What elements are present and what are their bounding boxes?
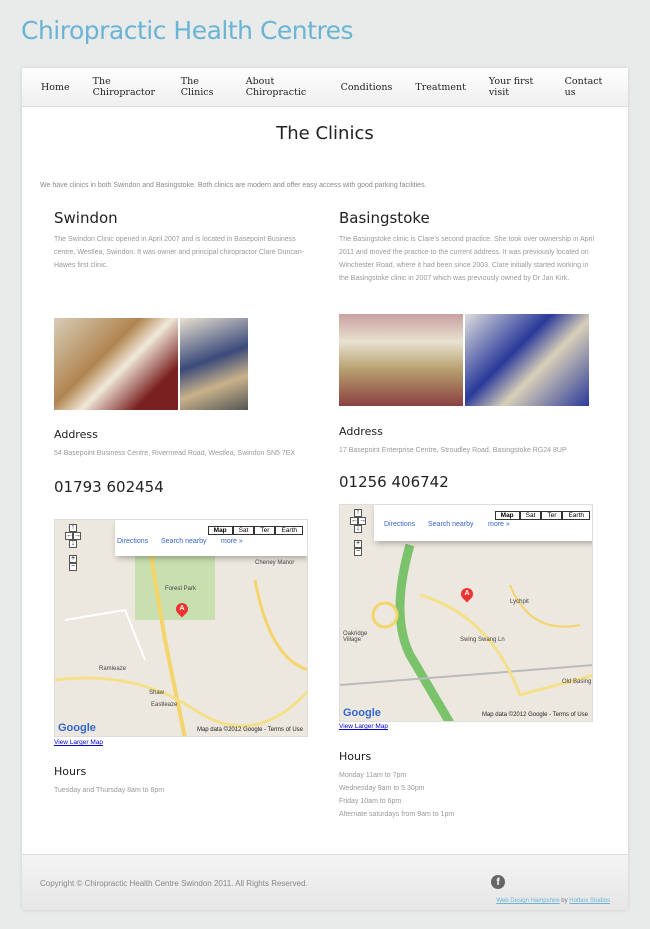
map-info-window: Directions Search nearby more » Map Sat … <box>115 520 307 556</box>
page-container: Home The Chiropractor The Clinics About … <box>22 68 628 910</box>
basingstoke-treatment-room-photo <box>465 314 589 406</box>
intro-text: We have clinics in both Swindon and Basi… <box>40 182 427 189</box>
pan-down-icon[interactable]: ↓ <box>69 540 77 548</box>
zoom-in-icon[interactable]: + <box>354 540 362 548</box>
basingstoke-phone: 01256 406742 <box>339 473 449 491</box>
footer: Copyright © Chiropractic Health Centre S… <box>22 854 628 910</box>
swindon-view-larger-map-link[interactable]: View Larger Map <box>54 739 103 746</box>
nav-your-first-visit[interactable]: Your first visit <box>489 76 542 98</box>
basingstoke-view-larger-map-link[interactable]: View Larger Map <box>339 723 388 730</box>
map-copyright: Map data ©2012 Google - Terms of Use <box>196 727 303 733</box>
map-type-controls: Map Sat Ter Earth <box>207 526 303 535</box>
basingstoke-hours-line: Friday 10am to 6pm <box>339 798 402 805</box>
map-type-sat[interactable]: Sat <box>519 511 542 520</box>
search-nearby-link[interactable]: Search nearby <box>428 521 474 528</box>
pan-left-icon[interactable]: ← <box>65 532 73 540</box>
basingstoke-address-heading: Address <box>339 425 383 438</box>
swindon-map[interactable]: Directions Search nearby more » Map Sat … <box>54 519 308 737</box>
basingstoke-address-block: Address 17 Basepoint Enterprise Centre, … <box>339 425 609 491</box>
basingstoke-hours-line: Wednesday 9am to 5.30pm <box>339 785 425 792</box>
map-place-label: Lychpit <box>510 599 529 605</box>
map-type-map[interactable]: Map <box>207 526 233 535</box>
pan-right-icon[interactable]: → <box>73 532 81 540</box>
basingstoke-description: The Basingstoke clinic is Clare's second… <box>339 236 595 282</box>
map-type-sat[interactable]: Sat <box>232 526 255 535</box>
hotbox-studios-link[interactable]: Hotbox Studios <box>569 898 610 904</box>
web-design-link[interactable]: Web Design Hampshire <box>496 898 559 904</box>
map-type-controls: Map Sat Ter Earth <box>494 511 590 520</box>
swindon-heading: Swindon <box>54 209 118 227</box>
page-title: The Clinics <box>276 123 374 144</box>
map-type-ter[interactable]: Ter <box>254 526 276 535</box>
nav-contact-us[interactable]: Contact us <box>565 76 605 98</box>
swindon-phone: 01793 602454 <box>54 478 164 496</box>
basingstoke-heading: Basingstoke <box>339 209 430 227</box>
swindon-hours-line: Tuesday and Thursday 8am to 8pm <box>54 787 165 794</box>
zoom-out-icon[interactable]: − <box>354 548 362 556</box>
basingstoke-hours-block: Hours Monday 11am to 7pm Wednesday 9am t… <box>339 750 599 821</box>
swindon-address: 54 Basepoint Business Centre, Rivermead … <box>54 450 296 457</box>
nav-the-clinics[interactable]: The Clinics <box>181 76 223 98</box>
nav-treatment[interactable]: Treatment <box>415 82 466 93</box>
google-logo: Google <box>343 707 381 719</box>
map-place-label: Forest Park <box>165 586 197 592</box>
pan-right-icon[interactable]: → <box>358 517 366 525</box>
basingstoke-exterior-photo <box>339 314 463 406</box>
basingstoke-hours-heading: Hours <box>339 750 372 763</box>
nav-conditions[interactable]: Conditions <box>341 82 393 93</box>
swindon-reception-photo <box>54 318 178 410</box>
nav-home[interactable]: Home <box>41 82 70 93</box>
map-place-label: Ramleaze <box>99 666 127 672</box>
map-marker-icon[interactable]: A <box>173 600 191 618</box>
copyright-text: Copyright © Chiropractic Health Centre S… <box>40 879 308 888</box>
swindon-address-heading: Address <box>54 428 98 441</box>
swindon-treatment-room-photo <box>180 318 248 410</box>
pan-up-icon[interactable]: ↑ <box>354 509 362 517</box>
map-pan-zoom-control[interactable]: ↑ ←→ ↓ + − <box>350 509 366 556</box>
swindon-description: The Swindon Clinic opened in April 2007 … <box>54 236 305 269</box>
map-type-earth[interactable]: Earth <box>275 526 303 535</box>
nav-about-chiropractic[interactable]: About Chiropractic <box>246 76 318 98</box>
facebook-icon[interactable]: f <box>491 875 505 889</box>
map-place-label: Eastleaze <box>151 702 178 708</box>
swindon-hours-block: Hours Tuesday and Thursday 8am to 8pm <box>54 765 314 797</box>
credit-text: Web Design Hampshire by Hotbox Studios <box>496 898 610 904</box>
nav-the-chiropractor[interactable]: The Chiropractor <box>93 76 158 98</box>
zoom-in-icon[interactable]: + <box>69 555 77 563</box>
map-place-label: Old Basing <box>562 679 592 685</box>
pan-up-icon[interactable]: ↑ <box>69 524 77 532</box>
search-nearby-link[interactable]: Search nearby <box>161 538 207 545</box>
map-copyright: Map data ©2012 Google - Terms of Use <box>481 712 588 718</box>
site-title[interactable]: Chiropractic Health Centres <box>21 16 354 45</box>
swindon-address-block: Address 54 Basepoint Business Centre, Ri… <box>54 428 314 496</box>
map-place-label: Swing Swang Ln <box>460 637 505 643</box>
basingstoke-hours-line: Alternate saturdays from 9am to 1pm <box>339 811 455 818</box>
map-marker-icon[interactable]: A <box>458 585 476 603</box>
map-place-label: Shaw <box>149 690 165 696</box>
directions-link[interactable]: Directions <box>384 521 415 528</box>
map-type-ter[interactable]: Ter <box>541 511 563 520</box>
basingstoke-address: 17 Basepoint Enterprise Centre, Stroudle… <box>339 447 567 454</box>
main-nav: Home The Chiropractor The Clinics About … <box>22 68 628 107</box>
pan-left-icon[interactable]: ← <box>350 517 358 525</box>
more-link[interactable]: more » <box>221 538 243 545</box>
map-info-window: Directions Search nearby more » Map Sat … <box>374 505 592 541</box>
map-place-label: Cheney Manor <box>255 560 295 566</box>
map-pan-zoom-control[interactable]: ↑ ←→ ↓ + − <box>65 524 81 571</box>
pan-down-icon[interactable]: ↓ <box>354 525 362 533</box>
more-link[interactable]: more » <box>488 521 510 528</box>
swindon-column: Swindon The Swindon Clinic opened in Apr… <box>54 209 314 272</box>
directions-link[interactable]: Directions <box>117 538 148 545</box>
google-logo: Google <box>58 722 96 734</box>
map-place-label: Oakridge Village <box>343 631 368 643</box>
swindon-hours-heading: Hours <box>54 765 87 778</box>
map-type-earth[interactable]: Earth <box>562 511 590 520</box>
credit-by: by <box>561 898 568 904</box>
basingstoke-map[interactable]: Directions Search nearby more » Map Sat … <box>339 504 593 722</box>
basingstoke-column: Basingstoke The Basingstoke clinic is Cl… <box>339 209 599 285</box>
basingstoke-hours-line: Monday 11am to 7pm <box>339 772 407 779</box>
zoom-out-icon[interactable]: − <box>69 563 77 571</box>
map-type-map[interactable]: Map <box>494 511 520 520</box>
